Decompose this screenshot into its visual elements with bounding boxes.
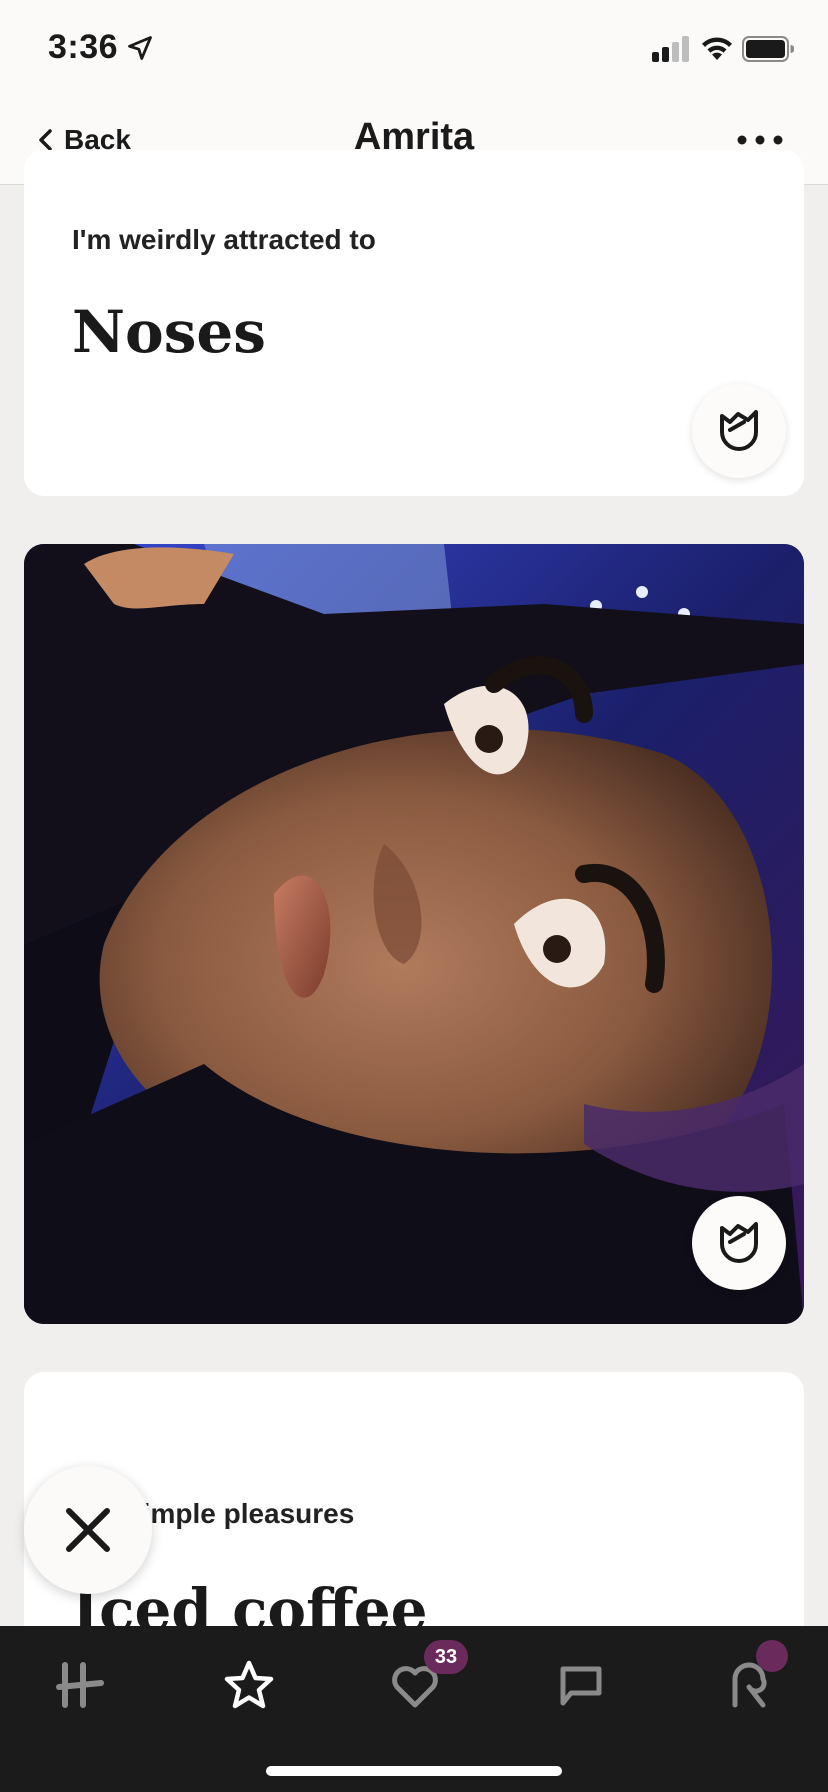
- wifi-icon: [702, 37, 732, 60]
- home-indicator[interactable]: [266, 1766, 562, 1776]
- prompt-question: I'm weirdly attracted to: [72, 224, 376, 255]
- prompt-card: I'm weirdly attracted to Noses: [24, 150, 804, 496]
- skip-button[interactable]: [24, 1466, 152, 1594]
- tab-home[interactable]: [46, 1650, 116, 1720]
- status-bar: 3:36: [0, 0, 828, 96]
- status-time: 3:36: [48, 28, 119, 66]
- tab-matches[interactable]: [546, 1650, 616, 1720]
- rose-icon: [720, 410, 758, 451]
- tab-standouts[interactable]: [214, 1650, 284, 1720]
- prompt-question: Simple pleasures: [124, 1498, 355, 1529]
- x-icon: [66, 1508, 110, 1552]
- profile-notification-dot: [756, 1640, 788, 1672]
- cellular-signal-icon: [652, 36, 689, 62]
- rose-button[interactable]: [692, 384, 786, 478]
- battery-icon: [742, 36, 794, 62]
- profile-photo[interactable]: [24, 544, 804, 1324]
- chat-bubble-icon: [560, 1666, 602, 1706]
- rose-icon: [720, 1222, 758, 1263]
- location-arrow-icon: [128, 36, 152, 60]
- screen: 3:36 Back Amrita I'm weirdly attracted t…: [0, 0, 828, 1792]
- photo-rose-button[interactable]: [692, 1196, 786, 1290]
- likes-badge: 33: [424, 1640, 468, 1674]
- prompt-answer: Noses: [72, 298, 266, 366]
- star-icon: [224, 1660, 274, 1709]
- profile-photo-image: [24, 544, 804, 1324]
- hinge-logo-icon: [56, 1662, 104, 1708]
